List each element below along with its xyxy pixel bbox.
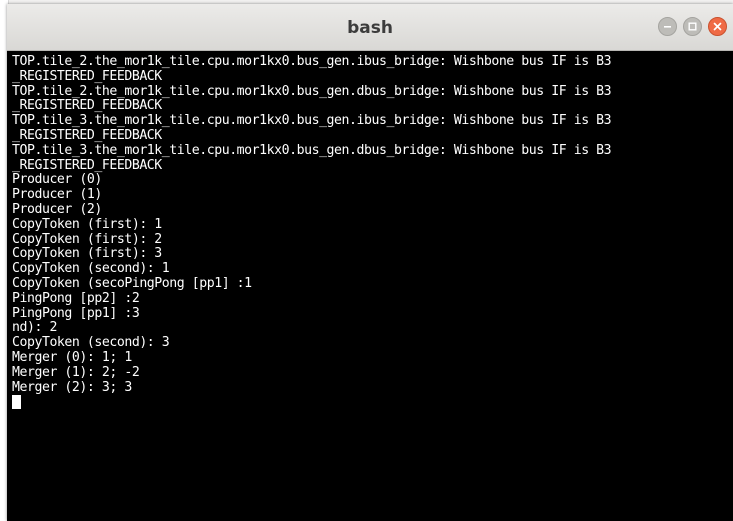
maximize-icon	[688, 22, 697, 31]
terminal-cursor	[12, 395, 21, 410]
terminal-line: Merger (1): 2; -2	[12, 364, 140, 380]
maximize-button[interactable]	[683, 17, 702, 36]
terminal-line: Producer (0)	[12, 172, 102, 188]
terminal-line: Producer (2)	[12, 201, 102, 217]
terminal-line: TOP.tile_3.the_mor1k_tile.cpu.mor1kx0.bu…	[12, 113, 612, 129]
terminal-line: _REGISTERED_FEEDBACK	[12, 157, 162, 173]
terminal-line: Producer (1)	[12, 187, 102, 203]
close-button[interactable]	[708, 17, 727, 36]
terminal-line: _REGISTERED_FEEDBACK	[12, 127, 162, 143]
terminal-line: _REGISTERED_FEEDBACK	[12, 98, 162, 114]
minimize-button[interactable]	[658, 17, 677, 36]
terminal-line: _REGISTERED_FEEDBACK	[12, 68, 162, 84]
terminal-line: nd): 2	[12, 320, 57, 336]
terminal-prompt-line[interactable]	[12, 395, 733, 412]
window-title: bash	[347, 18, 393, 38]
terminal-line: CopyToken (second): 3	[12, 335, 170, 351]
terminal-line: CopyToken (first): 3	[12, 246, 162, 262]
terminal-line: CopyToken (second): 1	[12, 261, 170, 277]
close-icon	[713, 22, 722, 31]
terminal-line: CopyToken (first): 2	[12, 231, 162, 247]
window-controls	[658, 17, 727, 36]
terminal-line: PingPong [pp2] :2	[12, 290, 140, 306]
terminal-line: CopyToken (first): 1	[12, 216, 162, 232]
terminal-line: CopyToken (secoPingPong [pp1] :1	[12, 275, 252, 291]
terminal-line: TOP.tile_2.the_mor1k_tile.cpu.mor1kx0.bu…	[12, 54, 612, 69]
terminal-line: Merger (0): 1; 1	[12, 349, 132, 365]
terminal-line: TOP.tile_2.the_mor1k_tile.cpu.mor1kx0.bu…	[12, 83, 612, 99]
terminal-output[interactable]: TOP.tile_2.the_mor1k_tile.cpu.mor1kx0.bu…	[7, 51, 733, 521]
terminal-line: PingPong [pp1] :3	[12, 305, 140, 321]
terminal-line: Merger (2): 3; 3	[12, 379, 132, 395]
terminal-line: TOP.tile_3.the_mor1k_tile.cpu.mor1kx0.bu…	[12, 142, 612, 158]
terminal-window: bash TOP.tile_2.the_mor1k_tile.cpu.mor1k…	[7, 4, 733, 521]
minimize-icon	[664, 26, 671, 28]
title-bar[interactable]: bash	[7, 4, 733, 51]
